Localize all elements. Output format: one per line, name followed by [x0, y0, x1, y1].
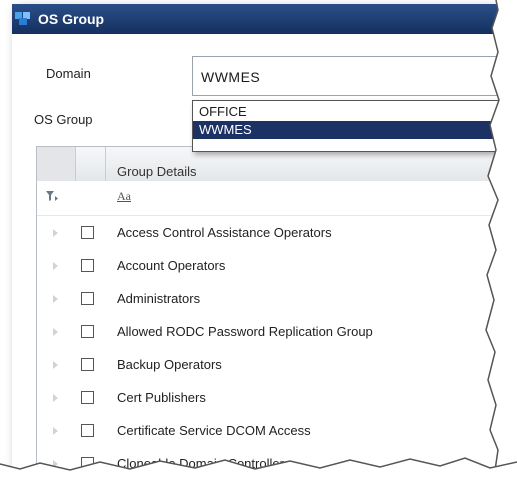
group-grid: Group Details Aa Access Control Assistan…: [36, 146, 517, 474]
domain-value: WWMES: [201, 69, 261, 85]
row-checkbox[interactable]: [81, 292, 94, 305]
row-label: Backup Operators: [117, 357, 222, 372]
row-checkbox[interactable]: [81, 424, 94, 437]
dropdown-option-wwmes[interactable]: WWMES: [193, 121, 517, 139]
filter-row: Aa: [37, 181, 517, 216]
table-row[interactable]: Cert Publishers: [37, 382, 517, 415]
row-label: Allowed RODC Password Replication Group: [117, 324, 373, 339]
row-label: Cert Publishers: [117, 390, 206, 405]
grid-header-gutter: [37, 147, 76, 181]
text-filter-icon[interactable]: Aa: [117, 189, 131, 204]
dropdown-option-office[interactable]: OFFICE: [193, 103, 517, 121]
column-header-group-details[interactable]: Group Details: [117, 164, 196, 179]
row-expand-icon[interactable]: [53, 328, 58, 336]
torn-edge-right: [485, 0, 517, 477]
domain-label: Domain: [46, 66, 91, 81]
row-expand-icon[interactable]: [53, 394, 58, 402]
grid-rows: Access Control Assistance Operators Acco…: [37, 217, 517, 474]
filter-icon[interactable]: [45, 189, 59, 203]
title-bar: OS Group: [12, 4, 517, 34]
row-label: Administrators: [117, 291, 201, 306]
row-checkbox[interactable]: [81, 226, 94, 239]
row-checkbox[interactable]: [81, 325, 94, 338]
table-row[interactable]: Certificate Service DCOM Access: [37, 415, 517, 448]
grid-header-checkbox-col: [75, 147, 106, 181]
window-title: OS Group: [38, 11, 105, 27]
row-label: Certificate Service DCOM Access: [117, 423, 311, 438]
app-icon: [15, 12, 30, 25]
os-group-window: OS Group Domain WWMES OS Group OFFICE WW…: [12, 4, 517, 474]
table-row[interactable]: Account Operators: [37, 250, 517, 283]
table-row[interactable]: Administrators: [37, 283, 517, 316]
row-checkbox[interactable]: [81, 358, 94, 371]
table-row[interactable]: Access Control Assistance Operators: [37, 217, 517, 250]
domain-dropdown-list: OFFICE WWMES: [192, 100, 517, 152]
table-row[interactable]: Backup Operators: [37, 349, 517, 382]
row-expand-icon[interactable]: [53, 361, 58, 369]
row-checkbox[interactable]: [81, 259, 94, 272]
domain-select[interactable]: WWMES: [192, 56, 517, 96]
row-expand-icon[interactable]: [53, 229, 58, 237]
row-expand-icon[interactable]: [53, 295, 58, 303]
grid-header: Group Details: [37, 147, 517, 182]
row-label: Access Control Assistance Operators: [117, 225, 332, 240]
row-expand-icon[interactable]: [53, 427, 58, 435]
torn-edge-bottom: [0, 457, 517, 477]
row-checkbox[interactable]: [81, 391, 94, 404]
table-row[interactable]: Allowed RODC Password Replication Group: [37, 316, 517, 349]
row-label: Account Operators: [117, 258, 226, 273]
osgroup-label: OS Group: [34, 112, 93, 127]
row-expand-icon[interactable]: [53, 262, 58, 270]
